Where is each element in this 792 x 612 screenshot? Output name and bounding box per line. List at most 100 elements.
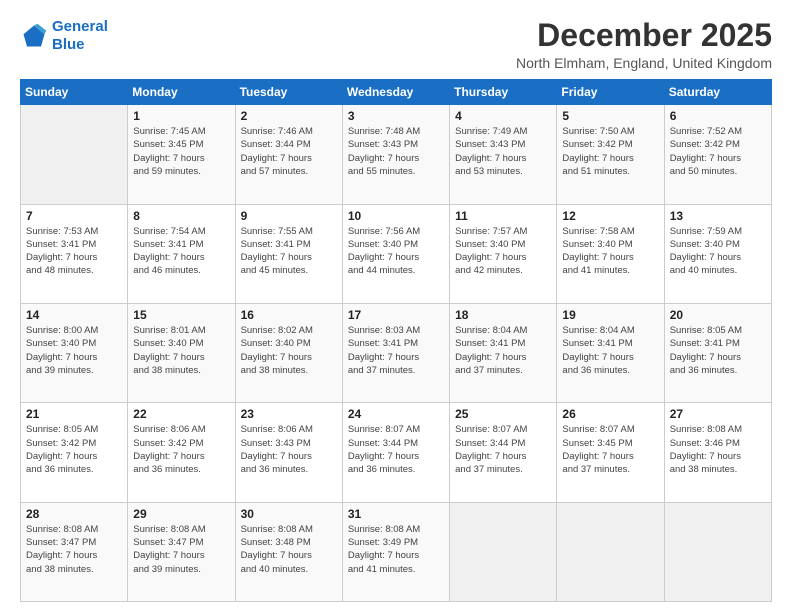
calendar-cell: 9Sunrise: 7:55 AMSunset: 3:41 PMDaylight…	[235, 204, 342, 303]
calendar-cell: 10 Sunrise: 7:56 AMSunset: 3:40 PMDayligh…	[342, 204, 449, 303]
day-info: Sunrise: 7:57 AMSunset: 3:40 PMDaylight:…	[455, 225, 551, 278]
day-info: Sunrise: 8:01 AMSunset: 3:40 PMDaylight:…	[133, 324, 229, 377]
day-info: Sunrise: 8:00 AMSunset: 3:40 PMDaylight:…	[26, 324, 122, 377]
calendar-cell: 16 Sunrise: 8:02 AMSunset: 3:40 PMDayligh…	[235, 303, 342, 402]
calendar-cell: 22 Sunrise: 8:06 AMSunset: 3:42 PMDayligh…	[128, 403, 235, 502]
day-info: Sunrise: 8:03 AMSunset: 3:41 PMDaylight:…	[348, 324, 444, 377]
calendar-cell: 31Sunrise: 8:08 AMSunset: 3:49 PMDayligh…	[342, 502, 449, 601]
day-header-tuesday: Tuesday	[235, 80, 342, 105]
day-number: 1	[133, 109, 229, 123]
calendar-cell: 19 Sunrise: 8:04 AMSunset: 3:41 PMDayligh…	[557, 303, 664, 402]
day-info: Sunrise: 8:06 AMSunset: 3:42 PMDaylight:…	[133, 423, 229, 476]
day-number: 2	[241, 109, 337, 123]
day-info: Sunrise: 8:04 AMSunset: 3:41 PMDaylight:…	[455, 324, 551, 377]
day-number: 14	[26, 308, 122, 322]
day-number: 18	[455, 308, 551, 322]
title-block: December 2025 North Elmham, England, Uni…	[516, 18, 772, 71]
logo-text: General Blue	[52, 18, 108, 54]
day-header-sunday: Sunday	[21, 80, 128, 105]
day-number: 19	[562, 308, 658, 322]
logo-icon	[20, 22, 48, 50]
day-header-friday: Friday	[557, 80, 664, 105]
day-info: Sunrise: 7:58 AMSunset: 3:40 PMDaylight:…	[562, 225, 658, 278]
calendar-cell	[21, 105, 128, 204]
location: North Elmham, England, United Kingdom	[516, 55, 772, 71]
calendar-cell: 30 Sunrise: 8:08 AMSunset: 3:48 PMDayligh…	[235, 502, 342, 601]
day-number: 26	[562, 407, 658, 421]
day-number: 9	[241, 209, 337, 223]
calendar-cell: 12 Sunrise: 7:58 AMSunset: 3:40 PMDayligh…	[557, 204, 664, 303]
day-number: 7	[26, 209, 122, 223]
calendar-cell: 25 Sunrise: 8:07 AMSunset: 3:44 PMDayligh…	[450, 403, 557, 502]
day-number: 4	[455, 109, 551, 123]
day-info: Sunrise: 7:46 AMSunset: 3:44 PMDaylight:…	[241, 125, 337, 178]
day-info: Sunrise: 8:08 AMSunset: 3:47 PMDaylight:…	[26, 523, 122, 576]
day-info: Sunrise: 7:50 AMSunset: 3:42 PMDaylight:…	[562, 125, 658, 178]
day-number: 27	[670, 407, 766, 421]
calendar-cell: 2 Sunrise: 7:46 AMSunset: 3:44 PMDaylight…	[235, 105, 342, 204]
day-number: 10	[348, 209, 444, 223]
day-info: Sunrise: 8:08 AMSunset: 3:47 PMDaylight:…	[133, 523, 229, 576]
day-info: Sunrise: 8:07 AMSunset: 3:44 PMDaylight:…	[348, 423, 444, 476]
calendar-cell: 4 Sunrise: 7:49 AMSunset: 3:43 PMDaylight…	[450, 105, 557, 204]
calendar-cell: 24 Sunrise: 8:07 AMSunset: 3:44 PMDayligh…	[342, 403, 449, 502]
calendar-cell: 13Sunrise: 7:59 AMSunset: 3:40 PMDayligh…	[664, 204, 771, 303]
day-info: Sunrise: 7:56 AMSunset: 3:40 PMDaylight:…	[348, 225, 444, 278]
calendar-cell: 21 Sunrise: 8:05 AMSunset: 3:42 PMDayligh…	[21, 403, 128, 502]
calendar-header-row: SundayMondayTuesdayWednesdayThursdayFrid…	[21, 80, 772, 105]
day-number: 3	[348, 109, 444, 123]
day-info: Sunrise: 8:08 AMSunset: 3:46 PMDaylight:…	[670, 423, 766, 476]
calendar-cell: 1 Sunrise: 7:45 AMSunset: 3:45 PMDaylight…	[128, 105, 235, 204]
day-info: Sunrise: 7:49 AMSunset: 3:43 PMDaylight:…	[455, 125, 551, 178]
page: General Blue December 2025 North Elmham,…	[0, 0, 792, 612]
day-number: 21	[26, 407, 122, 421]
day-number: 5	[562, 109, 658, 123]
day-number: 16	[241, 308, 337, 322]
calendar-cell: 8Sunrise: 7:54 AMSunset: 3:41 PMDaylight…	[128, 204, 235, 303]
day-info: Sunrise: 8:07 AMSunset: 3:44 PMDaylight:…	[455, 423, 551, 476]
day-info: Sunrise: 8:07 AMSunset: 3:45 PMDaylight:…	[562, 423, 658, 476]
day-info: Sunrise: 8:08 AMSunset: 3:49 PMDaylight:…	[348, 523, 444, 576]
day-info: Sunrise: 7:45 AMSunset: 3:45 PMDaylight:…	[133, 125, 229, 178]
calendar-cell: 5 Sunrise: 7:50 AMSunset: 3:42 PMDaylight…	[557, 105, 664, 204]
day-number: 28	[26, 507, 122, 521]
calendar-cell: 23Sunrise: 8:06 AMSunset: 3:43 PMDayligh…	[235, 403, 342, 502]
day-number: 6	[670, 109, 766, 123]
day-number: 24	[348, 407, 444, 421]
calendar-table: SundayMondayTuesdayWednesdayThursdayFrid…	[20, 79, 772, 602]
calendar-cell: 27 Sunrise: 8:08 AMSunset: 3:46 PMDayligh…	[664, 403, 771, 502]
calendar-cell: 17 Sunrise: 8:03 AMSunset: 3:41 PMDayligh…	[342, 303, 449, 402]
day-number: 8	[133, 209, 229, 223]
day-info: Sunrise: 7:52 AMSunset: 3:42 PMDaylight:…	[670, 125, 766, 178]
day-info: Sunrise: 8:05 AMSunset: 3:42 PMDaylight:…	[26, 423, 122, 476]
day-info: Sunrise: 8:08 AMSunset: 3:48 PMDaylight:…	[241, 523, 337, 576]
calendar-week-5: 28 Sunrise: 8:08 AMSunset: 3:47 PMDayligh…	[21, 502, 772, 601]
day-info: Sunrise: 7:59 AMSunset: 3:40 PMDaylight:…	[670, 225, 766, 278]
day-header-monday: Monday	[128, 80, 235, 105]
day-header-wednesday: Wednesday	[342, 80, 449, 105]
day-number: 23	[241, 407, 337, 421]
calendar-cell: 15Sunrise: 8:01 AMSunset: 3:40 PMDayligh…	[128, 303, 235, 402]
day-number: 12	[562, 209, 658, 223]
day-number: 30	[241, 507, 337, 521]
calendar-cell	[664, 502, 771, 601]
calendar-cell: 26 Sunrise: 8:07 AMSunset: 3:45 PMDayligh…	[557, 403, 664, 502]
calendar-cell	[450, 502, 557, 601]
day-info: Sunrise: 7:53 AMSunset: 3:41 PMDaylight:…	[26, 225, 122, 278]
calendar-cell: 20 Sunrise: 8:05 AMSunset: 3:41 PMDayligh…	[664, 303, 771, 402]
day-info: Sunrise: 8:04 AMSunset: 3:41 PMDaylight:…	[562, 324, 658, 377]
day-number: 25	[455, 407, 551, 421]
calendar-week-4: 21 Sunrise: 8:05 AMSunset: 3:42 PMDayligh…	[21, 403, 772, 502]
calendar-week-2: 7 Sunrise: 7:53 AMSunset: 3:41 PMDaylight…	[21, 204, 772, 303]
day-number: 17	[348, 308, 444, 322]
day-number: 20	[670, 308, 766, 322]
calendar-week-1: 1 Sunrise: 7:45 AMSunset: 3:45 PMDaylight…	[21, 105, 772, 204]
calendar-cell: 11 Sunrise: 7:57 AMSunset: 3:40 PMDayligh…	[450, 204, 557, 303]
day-info: Sunrise: 8:02 AMSunset: 3:40 PMDaylight:…	[241, 324, 337, 377]
day-number: 22	[133, 407, 229, 421]
calendar-cell: 29 Sunrise: 8:08 AMSunset: 3:47 PMDayligh…	[128, 502, 235, 601]
day-number: 11	[455, 209, 551, 223]
month-title: December 2025	[516, 18, 772, 53]
day-info: Sunrise: 8:05 AMSunset: 3:41 PMDaylight:…	[670, 324, 766, 377]
day-number: 29	[133, 507, 229, 521]
